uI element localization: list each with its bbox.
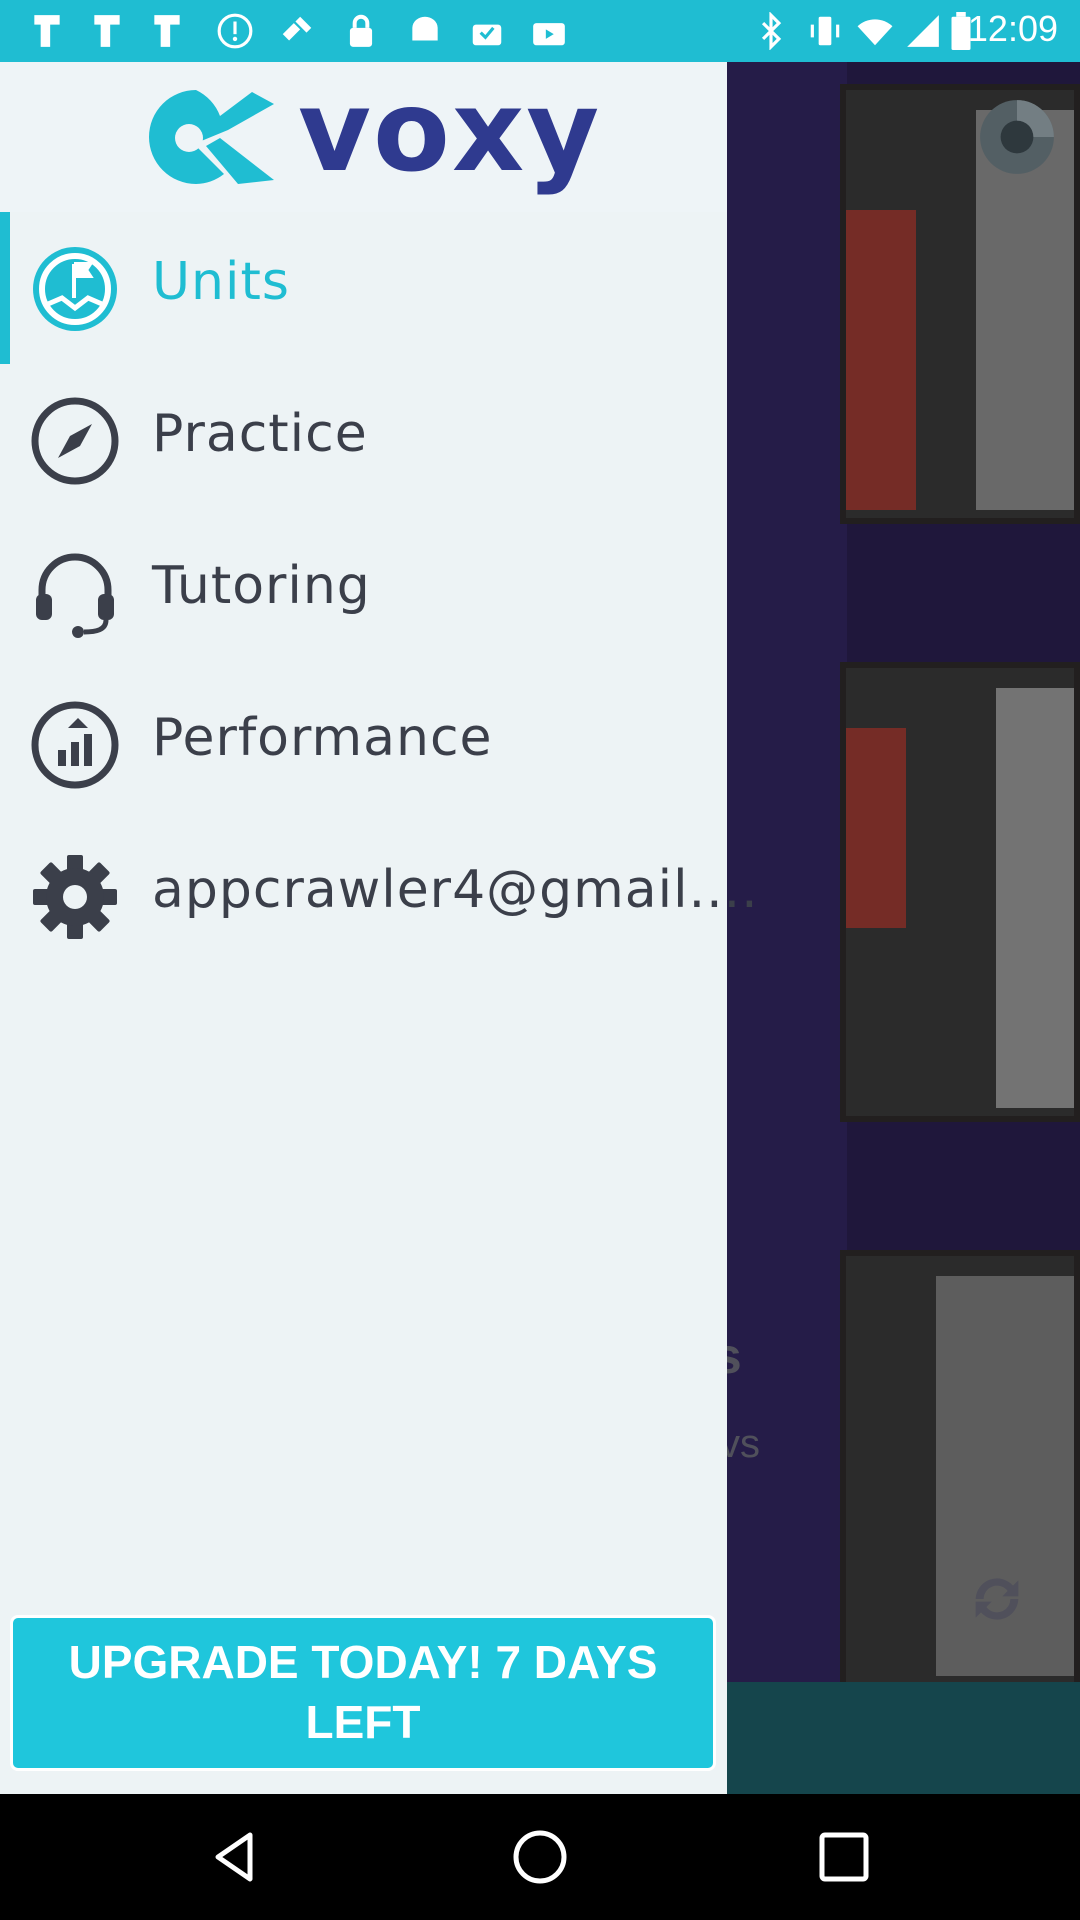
nav-item-account-settings[interactable]: appcrawler4@gmail.... <box>0 820 758 972</box>
fake-gps-icon <box>94 15 120 47</box>
drawer-header: voxy <box>0 62 727 212</box>
nav-item-performance[interactable]: Performance <box>0 668 727 820</box>
status-time: 12:09 <box>967 8 1058 49</box>
voxy-logo-icon <box>149 90 274 184</box>
navigation-drawer: voxy Units Practice Tutoring Performance… <box>0 62 758 1794</box>
nav-label-units: Units <box>152 252 290 312</box>
recents-icon[interactable] <box>814 1827 874 1887</box>
fake-gps-icon <box>154 15 180 47</box>
sync-icon <box>217 13 253 49</box>
back-icon[interactable] <box>206 1827 266 1887</box>
bar-chart-icon <box>31 701 119 789</box>
system-navigation-bar <box>0 1794 1080 1920</box>
headset-icon <box>36 553 114 638</box>
wifi-icon <box>857 19 893 46</box>
nav-label-practice: Practice <box>152 404 368 464</box>
nav-item-tutoring[interactable]: Tutoring <box>0 516 727 668</box>
android-icon <box>412 16 438 41</box>
satellite-icon <box>282 16 312 41</box>
flag-mountain-icon <box>33 247 117 331</box>
briefcase-icon <box>533 23 565 46</box>
gear-icon <box>33 855 117 939</box>
nav-item-units[interactable]: Units <box>0 212 727 364</box>
signal-icon <box>907 15 939 47</box>
nav-item-practice[interactable]: Practice <box>0 364 727 516</box>
upgrade-button[interactable]: UPGRADE TODAY! 7 DAYS LEFT <box>10 1615 716 1771</box>
nav-label-performance: Performance <box>152 708 493 768</box>
fake-gps-icon <box>34 15 60 47</box>
nav-label-tutoring: Tutoring <box>152 556 371 616</box>
vibrate-icon <box>810 16 840 46</box>
task-icon <box>472 24 502 46</box>
bluetooth-icon <box>761 12 782 50</box>
lock-icon <box>349 14 373 47</box>
home-icon[interactable] <box>510 1827 570 1887</box>
nav-label-account-email: appcrawler4@gmail.... <box>152 860 759 920</box>
compass-icon <box>31 397 119 485</box>
voxy-logo-text: voxy <box>298 67 602 197</box>
status-bar: 12:09 <box>0 0 1080 62</box>
